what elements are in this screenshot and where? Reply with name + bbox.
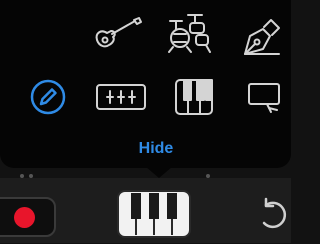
piano-keys-icon[interactable] <box>174 78 214 116</box>
pen-nib-icon[interactable] <box>243 16 281 56</box>
keyboard-button[interactable] <box>116 189 192 244</box>
pencil-icon[interactable] <box>29 78 67 116</box>
hide-button[interactable]: Hide <box>118 137 194 161</box>
drum-kit-icon[interactable] <box>166 11 214 53</box>
guitar-icon[interactable] <box>93 16 145 52</box>
divider-dot <box>20 174 24 178</box>
undo-icon <box>262 197 287 229</box>
divider-dot <box>29 174 33 178</box>
mixer-icon[interactable] <box>95 83 147 111</box>
instrument-popover: Hide <box>0 0 291 168</box>
magnifier-icon[interactable] <box>247 80 283 116</box>
undo-button[interactable] <box>256 197 291 238</box>
divider-dot <box>206 174 210 178</box>
keyboard-icon <box>117 190 191 238</box>
record-icon <box>14 207 35 228</box>
popover-arrow <box>146 167 172 178</box>
record-button[interactable] <box>0 197 56 237</box>
